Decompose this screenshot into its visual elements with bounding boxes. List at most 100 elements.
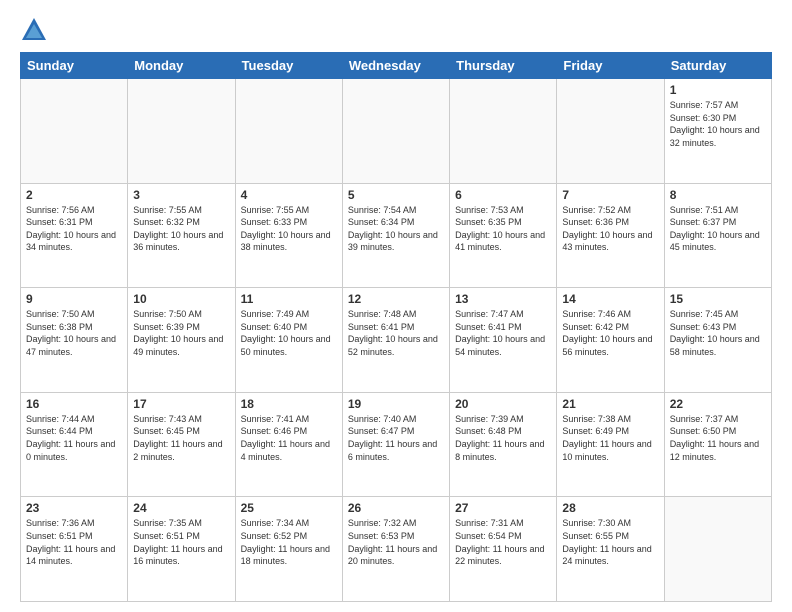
day-number: 2 <box>26 188 122 202</box>
calendar-header: SundayMondayTuesdayWednesdayThursdayFrid… <box>21 53 772 79</box>
calendar-cell: 8 Sunrise: 7:51 AM Sunset: 6:37 PM Daylig… <box>664 183 771 288</box>
calendar-cell: 9 Sunrise: 7:50 AM Sunset: 6:38 PM Daylig… <box>21 288 128 393</box>
calendar-cell: 3 Sunrise: 7:55 AM Sunset: 6:32 PM Daylig… <box>128 183 235 288</box>
header <box>20 16 772 44</box>
calendar-cell: 28 Sunrise: 7:30 AM Sunset: 6:55 PM Dayli… <box>557 497 664 602</box>
calendar-cell: 1 Sunrise: 7:57 AM Sunset: 6:30 PM Daylig… <box>664 79 771 184</box>
day-number: 27 <box>455 501 551 515</box>
day-info: Sunrise: 7:30 AM Sunset: 6:55 PM Dayligh… <box>562 517 658 567</box>
day-number: 15 <box>670 292 766 306</box>
calendar-body: 1 Sunrise: 7:57 AM Sunset: 6:30 PM Daylig… <box>21 79 772 602</box>
day-number: 13 <box>455 292 551 306</box>
calendar-table: SundayMondayTuesdayWednesdayThursdayFrid… <box>20 52 772 602</box>
day-info: Sunrise: 7:48 AM Sunset: 6:41 PM Dayligh… <box>348 308 444 358</box>
day-number: 22 <box>670 397 766 411</box>
day-number: 16 <box>26 397 122 411</box>
week-row-3: 16Sunrise: 7:44 AM Sunset: 6:44 PM Dayli… <box>21 392 772 497</box>
weekday-wednesday: Wednesday <box>342 53 449 79</box>
day-info: Sunrise: 7:56 AM Sunset: 6:31 PM Dayligh… <box>26 204 122 254</box>
day-number: 11 <box>241 292 337 306</box>
day-number: 17 <box>133 397 229 411</box>
calendar-cell <box>235 79 342 184</box>
day-number: 4 <box>241 188 337 202</box>
day-info: Sunrise: 7:43 AM Sunset: 6:45 PM Dayligh… <box>133 413 229 463</box>
day-number: 7 <box>562 188 658 202</box>
calendar-cell: 26Sunrise: 7:32 AM Sunset: 6:53 PM Dayli… <box>342 497 449 602</box>
day-info: Sunrise: 7:36 AM Sunset: 6:51 PM Dayligh… <box>26 517 122 567</box>
day-info: Sunrise: 7:41 AM Sunset: 6:46 PM Dayligh… <box>241 413 337 463</box>
day-info: Sunrise: 7:34 AM Sunset: 6:52 PM Dayligh… <box>241 517 337 567</box>
day-info: Sunrise: 7:45 AM Sunset: 6:43 PM Dayligh… <box>670 308 766 358</box>
day-number: 8 <box>670 188 766 202</box>
calendar-cell <box>128 79 235 184</box>
calendar-cell: 15 Sunrise: 7:45 AM Sunset: 6:43 PM Dayli… <box>664 288 771 393</box>
calendar-cell <box>664 497 771 602</box>
day-info: Sunrise: 7:55 AM Sunset: 6:32 PM Dayligh… <box>133 204 229 254</box>
calendar-cell: 24 Sunrise: 7:35 AM Sunset: 6:51 PM Dayli… <box>128 497 235 602</box>
day-number: 24 <box>133 501 229 515</box>
day-info: Sunrise: 7:57 AM Sunset: 6:30 PM Dayligh… <box>670 99 766 149</box>
weekday-thursday: Thursday <box>450 53 557 79</box>
day-info: Sunrise: 7:50 AM Sunset: 6:38 PM Dayligh… <box>26 308 122 358</box>
weekday-friday: Friday <box>557 53 664 79</box>
day-info: Sunrise: 7:35 AM Sunset: 6:51 PM Dayligh… <box>133 517 229 567</box>
calendar-cell: 27 Sunrise: 7:31 AM Sunset: 6:54 PM Dayli… <box>450 497 557 602</box>
day-number: 12 <box>348 292 444 306</box>
calendar-cell <box>21 79 128 184</box>
calendar-cell: 7 Sunrise: 7:52 AM Sunset: 6:36 PM Daylig… <box>557 183 664 288</box>
calendar-cell: 19Sunrise: 7:40 AM Sunset: 6:47 PM Dayli… <box>342 392 449 497</box>
day-number: 6 <box>455 188 551 202</box>
page: SundayMondayTuesdayWednesdayThursdayFrid… <box>0 0 792 612</box>
calendar-cell: 23 Sunrise: 7:36 AM Sunset: 6:51 PM Dayli… <box>21 497 128 602</box>
calendar-cell <box>557 79 664 184</box>
day-info: Sunrise: 7:46 AM Sunset: 6:42 PM Dayligh… <box>562 308 658 358</box>
calendar-cell: 17 Sunrise: 7:43 AM Sunset: 6:45 PM Dayli… <box>128 392 235 497</box>
calendar-cell: 4 Sunrise: 7:55 AM Sunset: 6:33 PM Daylig… <box>235 183 342 288</box>
day-number: 1 <box>670 83 766 97</box>
calendar-cell: 12 Sunrise: 7:48 AM Sunset: 6:41 PM Dayli… <box>342 288 449 393</box>
calendar-cell: 10Sunrise: 7:50 AM Sunset: 6:39 PM Dayli… <box>128 288 235 393</box>
logo <box>20 16 52 44</box>
calendar-cell: 22 Sunrise: 7:37 AM Sunset: 6:50 PM Dayli… <box>664 392 771 497</box>
day-info: Sunrise: 7:54 AM Sunset: 6:34 PM Dayligh… <box>348 204 444 254</box>
day-info: Sunrise: 7:38 AM Sunset: 6:49 PM Dayligh… <box>562 413 658 463</box>
day-number: 3 <box>133 188 229 202</box>
day-number: 25 <box>241 501 337 515</box>
day-number: 23 <box>26 501 122 515</box>
day-info: Sunrise: 7:47 AM Sunset: 6:41 PM Dayligh… <box>455 308 551 358</box>
calendar-cell: 13 Sunrise: 7:47 AM Sunset: 6:41 PM Dayli… <box>450 288 557 393</box>
day-info: Sunrise: 7:37 AM Sunset: 6:50 PM Dayligh… <box>670 413 766 463</box>
day-info: Sunrise: 7:49 AM Sunset: 6:40 PM Dayligh… <box>241 308 337 358</box>
calendar-cell: 25 Sunrise: 7:34 AM Sunset: 6:52 PM Dayli… <box>235 497 342 602</box>
day-number: 18 <box>241 397 337 411</box>
day-info: Sunrise: 7:52 AM Sunset: 6:36 PM Dayligh… <box>562 204 658 254</box>
weekday-header-row: SundayMondayTuesdayWednesdayThursdayFrid… <box>21 53 772 79</box>
weekday-sunday: Sunday <box>21 53 128 79</box>
day-number: 5 <box>348 188 444 202</box>
logo-icon <box>20 16 48 44</box>
week-row-0: 1 Sunrise: 7:57 AM Sunset: 6:30 PM Daylig… <box>21 79 772 184</box>
day-info: Sunrise: 7:53 AM Sunset: 6:35 PM Dayligh… <box>455 204 551 254</box>
day-info: Sunrise: 7:39 AM Sunset: 6:48 PM Dayligh… <box>455 413 551 463</box>
day-number: 26 <box>348 501 444 515</box>
week-row-4: 23 Sunrise: 7:36 AM Sunset: 6:51 PM Dayli… <box>21 497 772 602</box>
day-number: 14 <box>562 292 658 306</box>
calendar-cell: 14 Sunrise: 7:46 AM Sunset: 6:42 PM Dayli… <box>557 288 664 393</box>
calendar-cell: 5 Sunrise: 7:54 AM Sunset: 6:34 PM Daylig… <box>342 183 449 288</box>
day-number: 28 <box>562 501 658 515</box>
day-info: Sunrise: 7:55 AM Sunset: 6:33 PM Dayligh… <box>241 204 337 254</box>
calendar-cell: 20Sunrise: 7:39 AM Sunset: 6:48 PM Dayli… <box>450 392 557 497</box>
day-number: 9 <box>26 292 122 306</box>
day-info: Sunrise: 7:31 AM Sunset: 6:54 PM Dayligh… <box>455 517 551 567</box>
calendar-cell <box>450 79 557 184</box>
day-number: 10 <box>133 292 229 306</box>
calendar-cell: 21 Sunrise: 7:38 AM Sunset: 6:49 PM Dayli… <box>557 392 664 497</box>
calendar-cell: 11 Sunrise: 7:49 AM Sunset: 6:40 PM Dayli… <box>235 288 342 393</box>
calendar-cell: 6 Sunrise: 7:53 AM Sunset: 6:35 PM Daylig… <box>450 183 557 288</box>
day-number: 19 <box>348 397 444 411</box>
day-number: 21 <box>562 397 658 411</box>
day-info: Sunrise: 7:51 AM Sunset: 6:37 PM Dayligh… <box>670 204 766 254</box>
weekday-monday: Monday <box>128 53 235 79</box>
week-row-2: 9 Sunrise: 7:50 AM Sunset: 6:38 PM Daylig… <box>21 288 772 393</box>
calendar-cell: 2 Sunrise: 7:56 AM Sunset: 6:31 PM Daylig… <box>21 183 128 288</box>
